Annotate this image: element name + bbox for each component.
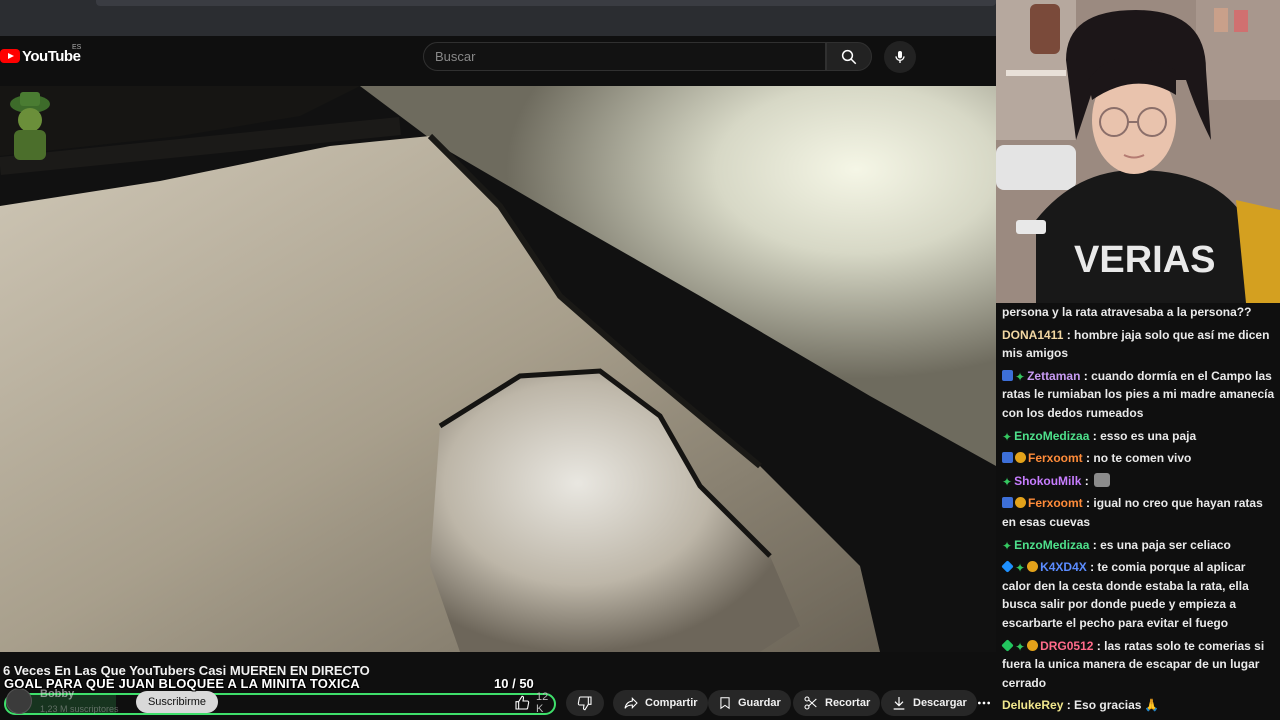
sparkle-badge-icon: ✦	[1015, 561, 1026, 576]
cube-badge-icon	[1001, 560, 1014, 573]
clip-button[interactable]: Recortar	[793, 690, 881, 716]
chat-username[interactable]: Ferxoomt	[1028, 451, 1083, 465]
chat-message: ✦ DRG0512 : las ratas solo te comerias si…	[1001, 638, 1265, 690]
prime-badge-icon	[1002, 497, 1013, 509]
sparkle-badge-icon: ✦	[1002, 429, 1013, 444]
subscriber-badge-icon	[1015, 497, 1026, 509]
chat-message: DelukeRey : Eso gracias 🙏	[1002, 698, 1160, 713]
subscriber-badge-icon	[1027, 639, 1039, 651]
sparkle-badge-icon: ✦	[1002, 538, 1013, 553]
goal-target: 50	[519, 676, 534, 691]
cave-scene	[0, 86, 996, 652]
praying-hands-icon: 🙏	[1144, 698, 1160, 713]
chat-username[interactable]: DelukeRey	[1002, 698, 1063, 712]
cube-badge-icon	[1001, 638, 1014, 652]
chat-message: ✦ ShokouMilk :	[1002, 472, 1276, 491]
youtube-header: YouTube ES	[0, 36, 996, 86]
sparkle-badge-icon: ✦	[1002, 474, 1013, 489]
channel-watermark-icon	[10, 92, 50, 160]
chat-username[interactable]: EnzoMedizaa	[1014, 538, 1089, 552]
chat-message: ✦ EnzoMedizaa : esso es una paja	[1002, 428, 1197, 444]
download-icon	[893, 697, 905, 710]
chat-text: no te comen vivo	[1093, 451, 1192, 466]
chat-username[interactable]: ShokouMilk	[1014, 474, 1081, 488]
sparkle-badge-icon: ✦	[1015, 369, 1026, 384]
youtube-play-icon	[0, 49, 20, 63]
share-label: Compartir	[645, 697, 698, 709]
sparkle-badge-icon: ✦	[1015, 639, 1026, 654]
prime-badge-icon	[1002, 452, 1013, 464]
subscriber-count: 1,23 M suscriptores	[40, 704, 119, 714]
chat-message: ✦ K4XD4X : te comia porque al aplicar cal…	[1001, 560, 1249, 630]
bookmark-icon	[720, 697, 730, 710]
live-chat: persona y la rata atravesaba a la person…	[996, 303, 1280, 720]
download-button[interactable]: Descargar	[881, 690, 977, 716]
clip-label: Recortar	[825, 697, 871, 709]
chat-text: esso es una paja	[1100, 428, 1197, 443]
share-button[interactable]: Compartir	[613, 690, 708, 716]
chat-username[interactable]: DONA1411	[1002, 328, 1063, 342]
chat-text: Eso gracias	[1074, 698, 1142, 713]
chat-message: Ferxoomt : igual no creo que hayan ratas…	[1002, 496, 1263, 529]
subscriber-badge-icon	[1015, 452, 1026, 464]
chat-message: ✦ EnzoMedizaa : es una paja ser celiaco	[1002, 537, 1231, 553]
chat-text: persona y la rata atravesaba a la person…	[1002, 305, 1252, 319]
chat-username[interactable]: Zettaman	[1027, 369, 1080, 383]
like-button[interactable]: 12 K	[504, 690, 564, 716]
dislike-button[interactable]	[566, 690, 604, 716]
chat-username[interactable]: Ferxoomt	[1028, 496, 1083, 510]
scissors-icon	[804, 696, 817, 710]
save-label: Guardar	[738, 697, 781, 709]
video-info-bar: 6 Veces En Las Que YouTubers Casi MUEREN…	[0, 652, 996, 720]
search-button[interactable]	[826, 42, 872, 71]
share-icon	[624, 697, 638, 709]
search-icon	[841, 49, 857, 64]
more-horizontal-icon	[978, 701, 990, 705]
browser-top-strip	[0, 0, 996, 36]
chat-message: ✦ Zettaman : cuando dormía en el Campo la…	[1002, 368, 1275, 420]
youtube-logo[interactable]: YouTube ES	[0, 44, 82, 66]
goal-text: GOAL PARA QUE JUAN BLOQUEE A LA MINITA T…	[4, 676, 360, 691]
chat-username[interactable]: DRG0512	[1040, 639, 1093, 653]
prime-badge-icon	[1002, 369, 1013, 381]
subscriber-badge-icon	[1027, 561, 1039, 573]
search-box	[423, 42, 826, 71]
region-code: ES	[72, 44, 82, 51]
chat-username[interactable]: K4XD4X	[1040, 560, 1087, 574]
webcam-feed: VERIAS	[996, 0, 1280, 303]
subscribe-button[interactable]: Suscribirme	[136, 691, 218, 713]
chat-username[interactable]: EnzoMedizaa	[1014, 429, 1089, 443]
channel-avatar[interactable]	[6, 688, 32, 714]
thumbs-down-icon	[577, 696, 592, 711]
chat-message: DONA1411 : hombre jaja solo que así me d…	[1002, 327, 1270, 361]
goal-counter: 10 / 50	[494, 676, 534, 691]
video-player[interactable]	[0, 86, 996, 652]
save-button[interactable]: Guardar	[708, 690, 791, 716]
download-label: Descargar	[913, 697, 967, 709]
voice-search-button[interactable]	[884, 41, 916, 73]
goal-current: 10	[494, 676, 509, 691]
chat-message: Ferxoomt : no te comen vivo	[1002, 449, 1276, 468]
more-actions-button[interactable]	[976, 690, 996, 716]
streamer-webcam: VERIAS	[996, 0, 1280, 303]
svg-text:VERIAS: VERIAS	[1074, 239, 1215, 281]
search-input[interactable]	[424, 43, 825, 70]
chat-message: persona y la rata atravesaba a la person…	[1002, 303, 1276, 322]
cat-emote-icon	[1094, 472, 1111, 487]
thumbs-up-icon	[515, 695, 530, 710]
chat-text: es una paja ser celiaco	[1100, 537, 1231, 552]
microphone-icon	[895, 51, 905, 63]
like-count: 12 K	[536, 691, 549, 715]
